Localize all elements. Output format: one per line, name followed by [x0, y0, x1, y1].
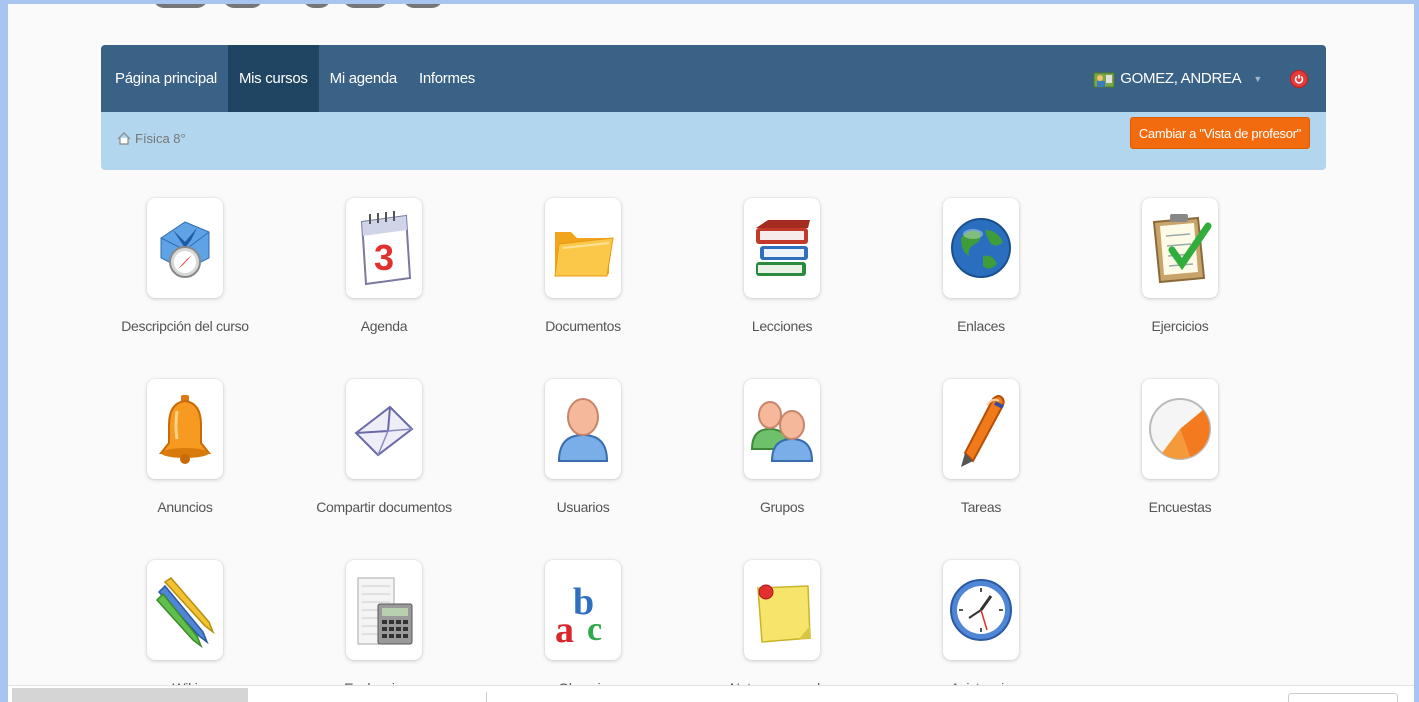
folder-icon: [545, 198, 621, 298]
tool-label: Usuarios: [556, 499, 610, 515]
svg-text:a: a: [555, 609, 574, 650]
top-navbar: Página principal Mis cursos Mi agenda In…: [101, 45, 1326, 112]
survey-icon: [1142, 379, 1218, 479]
group-icon: [744, 379, 820, 479]
tool-attendance[interactable]: Asistencia: [896, 560, 1066, 702]
checklist-icon: [1142, 198, 1218, 298]
tool-course-description[interactable]: Descripción del curso: [100, 198, 270, 348]
taskbar-tab[interactable]: [12, 688, 248, 702]
breadcrumb[interactable]: Física 8°: [117, 131, 186, 146]
tool-wiki[interactable]: Wiki: [100, 560, 270, 702]
tool-label: Tareas: [960, 499, 1002, 515]
tool-label: Agenda: [360, 318, 408, 334]
nav-my-agenda[interactable]: Mi agenda: [319, 45, 408, 112]
tool-evaluations[interactable]: Evaluaciones: [299, 560, 469, 702]
tool-label: Compartir documentos: [316, 499, 452, 515]
taskbar-button[interactable]: [1288, 693, 1398, 702]
tool-tasks[interactable]: Tareas: [896, 379, 1066, 529]
sticky-note-icon: [744, 560, 820, 660]
nav-home[interactable]: Página principal: [101, 45, 228, 112]
pencils-icon: [147, 560, 223, 660]
svg-text:3: 3: [374, 237, 394, 278]
tool-label: Ejercicios: [1151, 318, 1209, 334]
tool-personal-notes[interactable]: Notas personales: [697, 560, 867, 702]
nav-my-courses[interactable]: Mis cursos: [227, 45, 319, 112]
tool-label: Descripción del curso: [121, 318, 249, 334]
svg-text:c: c: [587, 611, 602, 648]
bottom-taskbar: [8, 685, 1414, 702]
power-icon[interactable]: [1290, 69, 1308, 88]
tool-label: Documentos: [545, 318, 621, 334]
calendar-icon: 3: [346, 198, 422, 298]
user-icon: [545, 379, 621, 479]
calculator-icon: [346, 560, 422, 660]
tool-exercises[interactable]: Ejercicios: [1095, 198, 1265, 348]
page: Página principal Mis cursos Mi agenda In…: [8, 4, 1414, 702]
nav-reports[interactable]: Informes: [408, 45, 486, 112]
books-icon: [744, 198, 820, 298]
site-logo: [153, 4, 453, 12]
nav-user-section: GOMEZ, ANDREA ▼: [1092, 45, 1326, 112]
tool-surveys[interactable]: Encuestas: [1095, 379, 1265, 529]
user-avatar-icon: [1093, 72, 1115, 87]
taskbar-divider: [486, 692, 487, 702]
tool-documents[interactable]: Documentos: [498, 198, 668, 348]
tool-label: Enlaces: [957, 318, 1005, 334]
home-icon: [117, 132, 131, 145]
tool-glossary[interactable]: a b c Glosario: [498, 560, 668, 702]
tool-groups[interactable]: Grupos: [697, 379, 867, 529]
bell-icon: [147, 379, 223, 479]
switch-to-teacher-view-button[interactable]: Cambiar a "Vista de profesor": [1129, 117, 1310, 149]
tool-share-documents[interactable]: Compartir documentos: [299, 379, 469, 529]
course-description-icon: [147, 198, 223, 298]
envelope-icon: [346, 379, 422, 479]
clock-icon: [943, 560, 1019, 660]
breadcrumb-bar: Física 8° Cambiar a "Vista de profesor": [101, 112, 1326, 170]
tool-label: Lecciones: [751, 318, 813, 334]
tool-lessons[interactable]: Lecciones: [697, 198, 867, 348]
globe-icon: [943, 198, 1019, 298]
tool-links[interactable]: Enlaces: [896, 198, 1066, 348]
abc-icon: a b c: [545, 560, 621, 660]
breadcrumb-course[interactable]: Física 8°: [135, 131, 186, 146]
tool-label: Anuncios: [157, 499, 213, 515]
pen-icon: [943, 379, 1019, 479]
tool-announcements[interactable]: Anuncios: [100, 379, 270, 529]
tool-label: Encuestas: [1148, 499, 1212, 515]
user-name: GOMEZ, ANDREA: [1120, 70, 1242, 87]
tool-label: Grupos: [759, 499, 805, 515]
user-menu[interactable]: GOMEZ, ANDREA ▼: [1092, 69, 1262, 89]
tool-users[interactable]: Usuarios: [498, 379, 668, 529]
tool-agenda[interactable]: 3 Agenda: [299, 198, 469, 348]
chevron-down-icon: ▼: [1253, 73, 1262, 84]
